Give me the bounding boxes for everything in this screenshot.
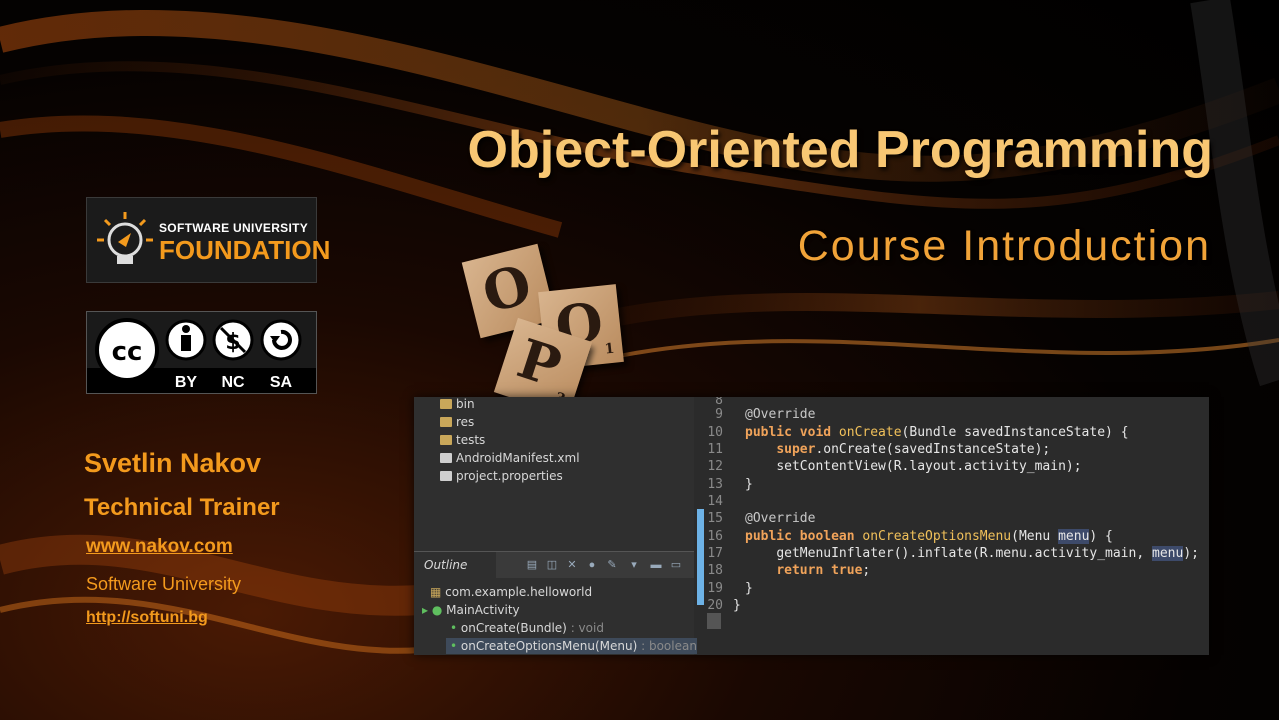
package-icon: ▦: [430, 585, 446, 599]
tree-item-tests[interactable]: tests: [440, 433, 485, 447]
oop-letter-tiles: O O 1 P 3: [460, 230, 630, 417]
slide-title: Object-Oriented Programming: [467, 121, 1213, 179]
nc-icon: $: [212, 319, 254, 361]
cc-label: cc: [112, 337, 143, 367]
tile-letter: O: [476, 251, 538, 326]
softuni-foundation-logo: SOFTWARE UNIVERSITY FOUNDATION: [86, 197, 330, 283]
logo-line-2: FOUNDATION: [159, 235, 331, 265]
minimize-icon[interactable]: ▬: [650, 559, 662, 571]
organization-name: Software University: [86, 574, 242, 594]
nc-label: NC: [221, 374, 245, 391]
author-role: Technical Trainer: [84, 494, 280, 521]
code-line-15: @Override: [745, 511, 816, 526]
code-line-13: }: [745, 477, 753, 492]
hide-nonpublic-icon[interactable]: ●: [586, 559, 598, 571]
hide-static-icon[interactable]: ✕: [566, 559, 578, 571]
code-editor[interactable]: 8 9 10 11 12 13 14 15 16 17 18 19 20 @Ov…: [697, 397, 1209, 655]
ide-screenshot: bin res tests AndroidManifest.xml projec…: [414, 397, 1209, 655]
outline-method-oncreate[interactable]: • onCreate(Bundle) : void: [450, 621, 604, 635]
line-number: 13: [707, 477, 723, 492]
line-number: 10: [707, 425, 723, 440]
outline-class[interactable]: ▸ ● MainActivity: [422, 603, 520, 617]
code-line-17: getMenuInflater().inflate(R.menu.activit…: [776, 546, 1199, 561]
cc-by-nc-sa-badge: cc $ BY NC SA: [86, 311, 317, 394]
folder-icon: [440, 399, 452, 409]
file-icon: [440, 453, 452, 463]
slide: Object-Oriented Programming Course Intro…: [0, 0, 1279, 720]
code-line-9: @Override: [745, 407, 816, 422]
line-number: 11: [707, 442, 723, 457]
line-number: 16: [707, 529, 723, 544]
folder-icon: [440, 417, 452, 427]
line-number: 15: [707, 511, 723, 526]
author-name: Svetlin Nakov: [84, 448, 262, 478]
hide-local-types-icon[interactable]: ✎: [606, 559, 618, 571]
tab-outline[interactable]: Outline: [414, 552, 496, 578]
logo-line-1: SOFTWARE UNIVERSITY: [159, 221, 309, 235]
tree-item-properties[interactable]: project.properties: [440, 469, 563, 483]
tile-letter: P: [510, 325, 569, 400]
outline-method-oncreateoptionsmenu[interactable]: • onCreateOptionsMenu(Menu) : boolean: [446, 638, 701, 654]
outline-toolbar: Outline ▤ ◫ ✕ ● ✎ ▾ ▬ ▭: [414, 551, 694, 578]
line-number: 14: [707, 494, 723, 509]
line-number: 17: [707, 546, 723, 561]
outline-package[interactable]: ▦ com.example.helloworld: [430, 585, 592, 599]
sort-icon[interactable]: ▤: [526, 559, 538, 571]
code-line-11: super.onCreate(savedInstanceState);: [776, 442, 1051, 457]
view-menu-icon[interactable]: ▾: [628, 559, 640, 571]
code-line-20: }: [733, 598, 741, 613]
organization-link[interactable]: http://softuni.bg: [86, 609, 208, 627]
cursor-block: [707, 613, 721, 629]
line-number: 12: [707, 459, 723, 474]
ide-left-panels: bin res tests AndroidManifest.xml projec…: [414, 397, 701, 655]
code-line-19: }: [745, 581, 753, 596]
line-number-gutter: 8 9 10 11 12 13 14 15 16 17 18 19 20: [697, 397, 735, 655]
line-number: 19: [707, 581, 723, 596]
by-icon: [165, 319, 207, 361]
folder-icon: [440, 435, 452, 445]
method-icon: •: [450, 639, 461, 653]
code-line-10: public void onCreate(Bundle savedInstanc…: [745, 425, 1129, 440]
method-icon: •: [450, 621, 461, 635]
code-line-18: return true;: [776, 563, 871, 578]
line-number: 18: [707, 563, 723, 578]
author-website-link[interactable]: www.nakov.com: [86, 536, 233, 558]
lightbulb-icon: [97, 212, 153, 264]
line-number: 20: [707, 598, 723, 613]
hide-fields-icon[interactable]: ◫: [546, 559, 558, 571]
tile-score: 1: [603, 340, 616, 358]
slide-subtitle: Course Introduction: [797, 222, 1211, 270]
file-icon: [440, 471, 452, 481]
line-number: 9: [715, 407, 723, 422]
cc-license-icons: cc $ BY NC SA: [87, 318, 316, 393]
sa-label: SA: [270, 374, 293, 391]
tree-item-manifest[interactable]: AndroidManifest.xml: [440, 451, 580, 465]
code-line-12: setContentView(R.layout.activity_main);: [776, 459, 1082, 474]
sa-icon: [260, 319, 302, 361]
tree-item-res[interactable]: res: [440, 415, 474, 429]
by-label: BY: [175, 374, 198, 391]
package-explorer: bin res tests AndroidManifest.xml projec…: [414, 397, 694, 547]
class-icon: ▸ ●: [422, 603, 447, 617]
maximize-icon[interactable]: ▭: [670, 559, 682, 571]
code-line-16: public boolean onCreateOptionsMenu(Menu …: [745, 529, 1113, 544]
tree-item-bin[interactable]: bin: [440, 397, 475, 411]
